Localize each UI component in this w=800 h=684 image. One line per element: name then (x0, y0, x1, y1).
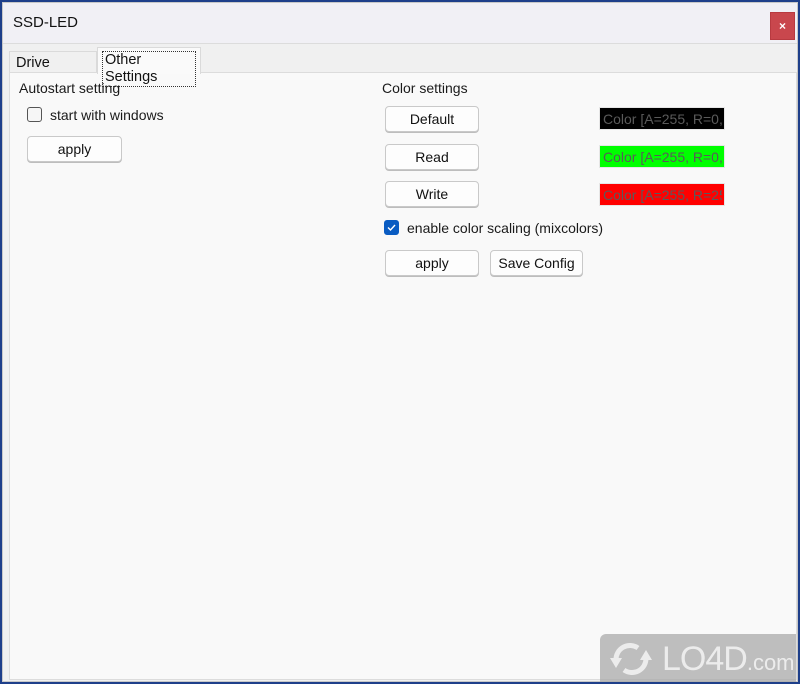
autostart-apply-button[interactable]: apply (27, 136, 122, 162)
color-scaling-label[interactable]: enable color scaling (mixcolors) (407, 220, 603, 236)
color-scaling-checkbox[interactable] (384, 220, 399, 235)
close-button[interactable]: × (770, 12, 795, 40)
color-settings-heading: Color settings (382, 80, 468, 96)
tab-drive-setup[interactable]: Drive Setup (9, 51, 97, 87)
color-apply-button[interactable]: apply (385, 250, 479, 276)
button-label: Write (415, 186, 449, 202)
color-value: Color [A=255, R=255, G=0, B=0] (603, 187, 722, 203)
write-color-button[interactable]: Write (385, 181, 479, 207)
tab-other-settings[interactable]: Other Settings (97, 47, 201, 87)
default-color-button[interactable]: Default (385, 106, 479, 132)
close-icon: × (778, 19, 786, 33)
button-label: Save Config (498, 255, 575, 271)
button-label: Read (415, 149, 449, 165)
lo4d-logo-icon (610, 643, 652, 675)
color-value: Color [A=255, R=0, G=255, B=0] (603, 149, 722, 165)
checkmark-icon (387, 224, 396, 232)
default-color-swatch: Color [A=255, R=0, G=0, B=0] (599, 107, 725, 130)
button-label: apply (415, 255, 449, 271)
title-bar[interactable]: SSD-LED × (3, 3, 797, 44)
write-color-swatch: Color [A=255, R=255, G=0, B=0] (599, 183, 725, 206)
window-title: SSD-LED (13, 14, 79, 31)
read-color-swatch: Color [A=255, R=0, G=255, B=0] (599, 145, 725, 168)
lo4d-watermark: LO4D.com (600, 634, 796, 682)
watermark-text: LO4D.com (662, 640, 795, 678)
start-with-windows-checkbox[interactable] (27, 107, 42, 122)
button-label: apply (57, 141, 92, 157)
button-label: Default (409, 111, 455, 127)
app-window: SSD-LED × Drive Setup Other Settings Aut… (2, 2, 798, 682)
save-config-button[interactable]: Save Config (490, 250, 583, 276)
start-with-windows-label[interactable]: start with windows (50, 107, 164, 123)
other-settings-panel: Autostart setting start with windows app… (9, 72, 797, 680)
read-color-button[interactable]: Read (385, 144, 479, 170)
color-value: Color [A=255, R=0, G=0, B=0] (603, 111, 722, 127)
tab-label: Other Settings (102, 51, 196, 87)
